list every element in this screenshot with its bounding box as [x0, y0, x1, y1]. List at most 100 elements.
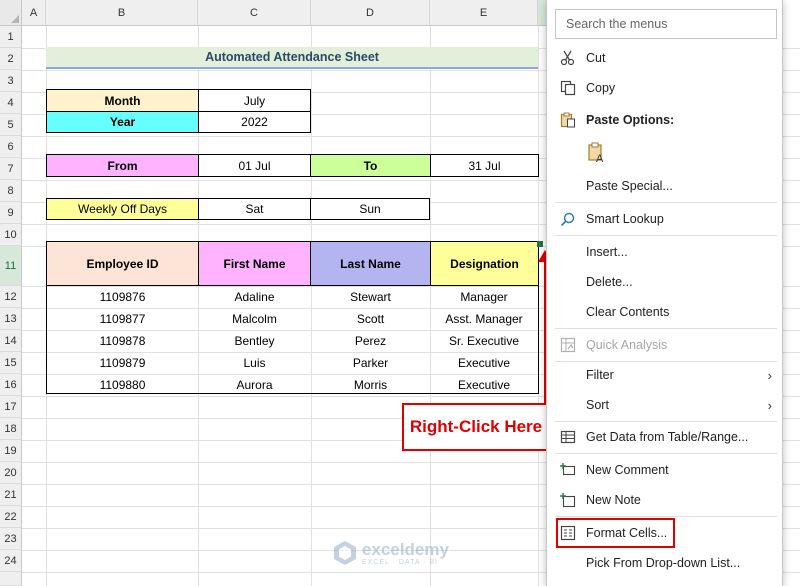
- row-header-selected[interactable]: 11: [0, 246, 22, 286]
- row-header[interactable]: 20: [0, 462, 22, 484]
- table-cell[interactable]: Executive: [430, 374, 538, 395]
- row-header[interactable]: 8: [0, 180, 22, 202]
- menu-item-filter[interactable]: Filter ›: [547, 360, 782, 390]
- table-cell[interactable]: Aurora: [198, 374, 311, 395]
- from-value-cell[interactable]: 01 Jul: [198, 154, 311, 177]
- sheet-title[interactable]: Automated Attendance Sheet: [46, 47, 538, 69]
- exceldemy-logo-icon: [334, 541, 356, 565]
- row-header[interactable]: [0, 572, 22, 586]
- menu-item-new-comment[interactable]: New Comment: [547, 455, 782, 485]
- row-header[interactable]: 24: [0, 550, 22, 572]
- fill-handle[interactable]: [537, 241, 543, 247]
- table-cell[interactable]: Stewart: [311, 286, 430, 307]
- menu-item-copy[interactable]: Copy: [547, 73, 782, 103]
- watermark: exceldemy EXCEL · DATA · BI: [332, 540, 449, 566]
- row-header[interactable]: 1: [0, 26, 22, 48]
- row-header[interactable]: 22: [0, 506, 22, 528]
- scissors-icon: [559, 49, 577, 67]
- table-header-first-name[interactable]: First Name: [198, 241, 311, 286]
- menu-item-insert[interactable]: Insert...: [547, 237, 782, 267]
- menu-item-cut[interactable]: Cut: [547, 43, 782, 73]
- table-cell[interactable]: Sr. Executive: [430, 330, 538, 351]
- from-label-cell[interactable]: From: [46, 154, 199, 177]
- table-cell[interactable]: Executive: [430, 352, 538, 373]
- quick-analysis-icon: [559, 336, 577, 354]
- to-label-cell[interactable]: To: [310, 154, 431, 177]
- weekly-off-day-2-cell[interactable]: Sun: [310, 198, 430, 220]
- table-cell[interactable]: Scott: [311, 308, 430, 329]
- row-header[interactable]: 13: [0, 308, 22, 330]
- year-value-cell[interactable]: 2022: [198, 111, 311, 133]
- menu-item-label: Smart Lookup: [586, 212, 664, 226]
- menu-item-label: Copy: [586, 81, 616, 95]
- row-header[interactable]: 16: [0, 374, 22, 396]
- menu-item-smart-lookup[interactable]: Smart Lookup: [547, 204, 782, 234]
- new-comment-icon: [559, 461, 577, 479]
- row-header[interactable]: 3: [0, 70, 22, 92]
- table-cell[interactable]: 1109878: [46, 330, 199, 351]
- table-icon: [559, 428, 577, 446]
- watermark-tagline: EXCEL · DATA · BI: [362, 558, 438, 566]
- to-value-cell[interactable]: 31 Jul: [430, 154, 539, 177]
- column-header-d[interactable]: D: [311, 0, 430, 26]
- row-header[interactable]: 5: [0, 114, 22, 136]
- select-all-corner[interactable]: [0, 0, 22, 26]
- menu-item-label: Pick From Drop-down List...: [586, 556, 741, 570]
- row-header[interactable]: 9: [0, 202, 22, 224]
- row-header[interactable]: 18: [0, 418, 22, 440]
- menu-item-new-note[interactable]: New Note: [547, 485, 782, 515]
- row-header[interactable]: 15: [0, 352, 22, 374]
- row-header[interactable]: 17: [0, 396, 22, 418]
- annotation-callout: Right-Click Here: [402, 403, 550, 451]
- clipboard-icon: [559, 111, 577, 129]
- column-header-b[interactable]: B: [46, 0, 198, 26]
- row-header[interactable]: 19: [0, 440, 22, 462]
- column-header-a[interactable]: A: [22, 0, 46, 26]
- table-cell[interactable]: 1109879: [46, 352, 199, 373]
- table-cell[interactable]: 1109880: [46, 374, 199, 395]
- table-header-designation[interactable]: Designation: [430, 241, 539, 286]
- menu-separator: [555, 453, 777, 454]
- row-header[interactable]: 23: [0, 528, 22, 550]
- month-value-cell[interactable]: July: [198, 89, 311, 112]
- column-header-c[interactable]: C: [198, 0, 311, 26]
- table-cell[interactable]: Malcolm: [198, 308, 311, 329]
- row-header[interactable]: 6: [0, 136, 22, 158]
- table-cell[interactable]: Perez: [311, 330, 430, 351]
- menu-item-paste-special[interactable]: Paste Special...: [547, 171, 782, 201]
- search-icon: [559, 210, 577, 228]
- row-header[interactable]: 21: [0, 484, 22, 506]
- month-label-cell[interactable]: Month: [46, 89, 199, 112]
- paste-keep-formatting-button[interactable]: A: [585, 140, 609, 166]
- table-cell[interactable]: Asst. Manager: [430, 308, 538, 329]
- weekly-off-day-1-cell[interactable]: Sat: [198, 198, 311, 220]
- table-cell[interactable]: Parker: [311, 352, 430, 373]
- menu-item-get-data[interactable]: Get Data from Table/Range...: [547, 422, 782, 452]
- table-cell[interactable]: Manager: [430, 286, 538, 307]
- column-header-e[interactable]: E: [430, 0, 538, 26]
- table-cell[interactable]: Adaline: [198, 286, 311, 307]
- year-label-cell[interactable]: Year: [46, 111, 199, 133]
- row-header[interactable]: 7: [0, 158, 22, 180]
- menu-item-label: Filter: [586, 368, 614, 382]
- row-header[interactable]: 4: [0, 92, 22, 114]
- table-cell[interactable]: 1109877: [46, 308, 199, 329]
- search-menus-input[interactable]: Search the menus: [555, 9, 777, 39]
- row-header[interactable]: 14: [0, 330, 22, 352]
- row-header[interactable]: 10: [0, 224, 22, 246]
- row-header[interactable]: 12: [0, 286, 22, 308]
- menu-item-sort[interactable]: Sort ›: [547, 390, 782, 420]
- table-cell[interactable]: Bentley: [198, 330, 311, 351]
- menu-item-pick-from-list[interactable]: Pick From Drop-down List...: [547, 548, 782, 578]
- table-header-employee-id[interactable]: Employee ID: [46, 241, 199, 286]
- weekly-off-label-cell[interactable]: Weekly Off Days: [46, 198, 199, 220]
- table-cell[interactable]: 1109876: [46, 286, 199, 307]
- row-header[interactable]: 2: [0, 48, 22, 70]
- table-header-last-name[interactable]: Last Name: [310, 241, 431, 286]
- menu-item-label: New Comment: [586, 463, 669, 477]
- menu-item-clear-contents[interactable]: Clear Contents: [547, 297, 782, 327]
- table-cell[interactable]: Morris: [311, 374, 430, 395]
- menu-item-label: New Note: [586, 493, 641, 507]
- menu-item-delete[interactable]: Delete...: [547, 267, 782, 297]
- table-cell[interactable]: Luis: [198, 352, 311, 373]
